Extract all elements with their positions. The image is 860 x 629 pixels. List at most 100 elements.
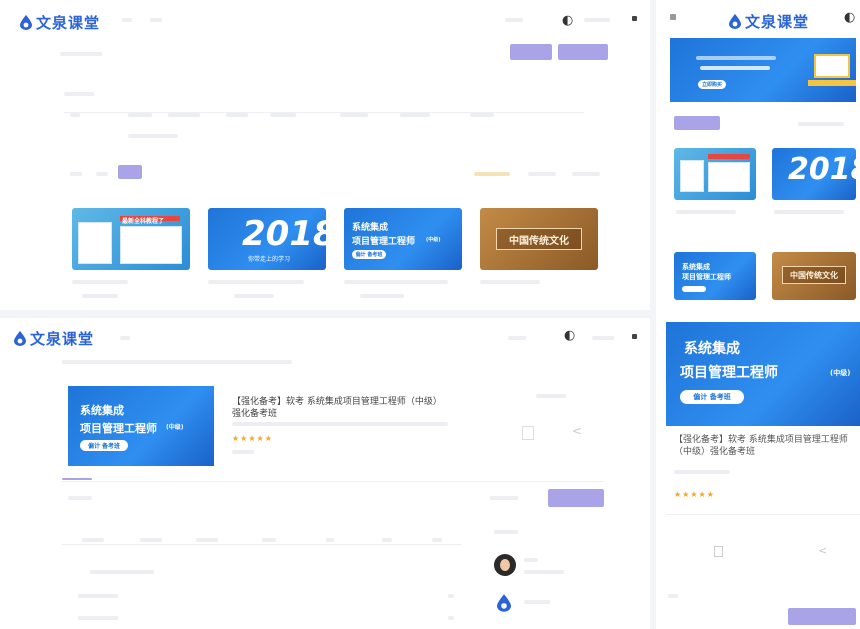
menu-icon[interactable] <box>632 334 637 339</box>
primary-action-button[interactable] <box>510 44 552 60</box>
tab-item[interactable] <box>140 538 162 542</box>
moon-icon[interactable]: ◐ <box>562 13 573 28</box>
rating-stars: ★★★★★ <box>674 490 715 499</box>
lesson-item[interactable] <box>78 616 118 620</box>
moon-icon[interactable]: ◐ <box>564 328 575 343</box>
course-card-thumb[interactable]: 最新全科教程了 <box>72 208 190 270</box>
tab-item[interactable] <box>326 538 334 542</box>
course-card-thumb[interactable]: 系统集成 项目管理工程师 (中级) 偏计 备考班 <box>344 208 462 270</box>
product-meta <box>232 422 448 426</box>
teacher-name <box>524 558 538 562</box>
bookmark-icon[interactable] <box>714 546 723 557</box>
sort-tab[interactable] <box>70 172 82 176</box>
tab-item[interactable] <box>82 538 104 542</box>
filter-option[interactable] <box>226 113 248 117</box>
share-icon[interactable]: < <box>818 544 827 557</box>
section-divider <box>62 481 604 482</box>
secondary-action-button[interactable] <box>558 44 608 60</box>
course-card-thumb[interactable]: 系统集成 项目管理工程师 <box>674 252 756 300</box>
course-card-meta <box>234 294 274 298</box>
price-filter[interactable] <box>474 172 510 176</box>
course-card-title[interactable] <box>480 280 540 284</box>
course-card-title[interactable] <box>208 280 304 284</box>
filter-option[interactable] <box>400 113 430 117</box>
filter-option[interactable] <box>70 113 80 117</box>
filter-option[interactable] <box>340 113 368 117</box>
page-heading <box>60 52 102 56</box>
brand-logo[interactable]: 文泉课堂 <box>14 328 94 349</box>
course-cover: 系统集成 项目管理工程师 (中级) 偏计 备考班 <box>68 386 214 466</box>
app-collage: 文泉课堂 ◐ 最新全科教程了 201 你带走上的学习 系统集成 项目管理工程师 … <box>0 0 860 629</box>
course-card-thumb[interactable]: 中国传统文化 <box>772 252 856 300</box>
breadcrumb[interactable] <box>62 360 292 364</box>
brand-logo[interactable]: 文泉课堂 <box>20 12 100 33</box>
user-name[interactable] <box>592 336 614 340</box>
moon-icon[interactable]: ◐ <box>844 10 855 25</box>
back-icon[interactable] <box>670 14 676 20</box>
course-card-title[interactable] <box>344 280 448 284</box>
lesson-status <box>448 594 454 598</box>
course-card-title[interactable] <box>72 280 128 284</box>
course-card-thumb[interactable]: 中国传统文化 <box>480 208 598 270</box>
nav-item[interactable] <box>508 336 526 340</box>
menu-icon[interactable] <box>632 16 637 21</box>
course-card-thumb[interactable]: 2018 <box>772 148 856 200</box>
chapter-item[interactable] <box>90 570 154 574</box>
tab-item[interactable] <box>432 538 442 542</box>
course-card-thumb[interactable] <box>674 148 756 200</box>
filter-label <box>64 92 94 96</box>
section-divider <box>666 514 860 515</box>
enroll-button[interactable] <box>548 489 604 507</box>
nav-item[interactable] <box>150 18 162 22</box>
nav-item[interactable] <box>122 18 132 22</box>
price-filter[interactable] <box>528 172 556 176</box>
user-name[interactable] <box>584 18 610 22</box>
enroll-button[interactable] <box>788 608 856 625</box>
chapter-label <box>68 496 92 500</box>
teacher-label <box>494 530 518 534</box>
product-subtitle: 强化备考班 <box>232 409 278 419</box>
filter-option[interactable] <box>128 113 152 117</box>
share-icon[interactable]: < <box>572 424 582 438</box>
category-links[interactable] <box>798 122 844 126</box>
brand-logo[interactable]: 文泉课堂 <box>729 11 809 32</box>
filter-option[interactable] <box>470 113 494 117</box>
rating-stars: ★★★★★ <box>232 434 273 443</box>
product-title: 【强化备考】软考 系统集成项目管理工程师（中级）强化备考班 <box>674 435 848 457</box>
hero-banner[interactable]: 立即购买 <box>670 38 856 102</box>
logo-drop-icon <box>729 14 741 29</box>
sort-tab[interactable] <box>96 172 108 176</box>
logo-drop-icon <box>20 15 32 30</box>
course-card-title[interactable] <box>676 210 736 214</box>
course-hero: 系统集成 项目管理工程师 (中级) 偏计 备考班 <box>666 322 860 426</box>
teacher-desc <box>524 570 564 574</box>
nav-item[interactable] <box>120 336 130 340</box>
course-detail-panel: 文泉课堂 ◐ 系统集成 项目管理工程师 (中级) 偏计 备考班 【强化备考】软考… <box>0 318 650 629</box>
bookmark-icon[interactable] <box>522 426 534 440</box>
avatar-icon[interactable] <box>494 554 516 576</box>
logo-drop-icon <box>14 331 26 346</box>
filter-option[interactable] <box>128 134 178 138</box>
course-card-meta <box>360 294 404 298</box>
price-filter[interactable] <box>572 172 600 176</box>
lesson-item[interactable] <box>78 594 118 598</box>
nav-item[interactable] <box>505 18 523 22</box>
filter-option[interactable] <box>270 113 296 117</box>
tab-item[interactable] <box>196 538 218 542</box>
brand-name: 文泉课堂 <box>30 330 95 348</box>
filter-option[interactable] <box>168 113 200 117</box>
course-card-meta <box>82 294 118 298</box>
tab-item[interactable] <box>382 538 392 542</box>
chapter-label <box>668 594 678 598</box>
section-tab-active[interactable] <box>62 478 92 480</box>
brand-name: 文泉课堂 <box>36 14 101 32</box>
org-name <box>524 600 550 604</box>
rating-count <box>232 450 254 454</box>
product-meta <box>674 470 730 474</box>
mobile-home-panel: 文泉课堂 ◐ 立即购买 2018 系统集成 项目管理工程师 中国传统文化 <box>656 0 860 318</box>
sort-tab-active[interactable] <box>118 165 142 179</box>
category-selector[interactable] <box>674 116 720 130</box>
course-card-thumb[interactable]: 2018 你带走上的学习 <box>208 208 326 270</box>
tab-item[interactable] <box>262 538 276 542</box>
course-card-title[interactable] <box>774 210 844 214</box>
